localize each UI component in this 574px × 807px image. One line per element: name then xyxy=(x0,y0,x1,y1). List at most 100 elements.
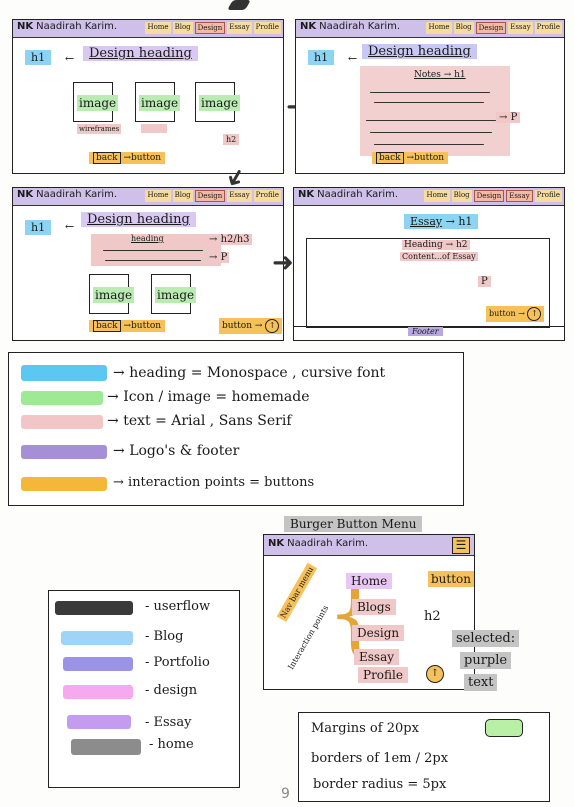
logo: NK Naadirah Karim. xyxy=(298,189,398,200)
interaction-points-label: Interaction points xyxy=(286,603,331,672)
image-placeholder-2: image xyxy=(151,274,197,314)
nav-link-home[interactable]: Home xyxy=(145,190,171,202)
nav-link-essay[interactable]: Essay xyxy=(508,22,533,34)
design-label: - design xyxy=(145,683,198,698)
blog-label: - Blog xyxy=(145,629,184,644)
back-button[interactable]: back →button xyxy=(89,152,166,164)
up-arrow-icon: ↑ xyxy=(527,307,542,321)
image-placeholder-3: image xyxy=(195,82,241,122)
logo-name: Naadirah Karim. xyxy=(287,538,369,549)
heading-label: Heading → h2 xyxy=(402,240,470,250)
essay-label: - Essay xyxy=(145,715,192,730)
legend-text-logo: → Logo's & footer xyxy=(113,443,240,459)
color-legend: → heading = Monospace , cursive font → I… xyxy=(8,352,464,506)
legend-text-text: → text = Arial , Sans Serif xyxy=(107,413,292,429)
logo-name: Naadirah Karim. xyxy=(319,21,401,32)
flow-arrow-right-2: ➜ xyxy=(272,248,294,278)
legend-swatch-heading xyxy=(21,365,107,381)
navbar: NK Naadirah Karim. ☰ xyxy=(264,535,474,556)
wireframe-home-design: NK Naadirah Karim. Home Blog Design Essay… xyxy=(12,19,284,174)
nav-link-essay[interactable]: Essay xyxy=(227,22,252,34)
userflow-swatch xyxy=(55,601,133,615)
selected-label: selected: xyxy=(452,630,520,647)
caption-2 xyxy=(141,124,167,133)
nav-link-essay[interactable]: Essay xyxy=(227,190,252,202)
logo-mark: NK xyxy=(268,538,285,549)
menu-item-design[interactable]: Design xyxy=(352,625,405,641)
nav-link-design[interactable]: Design xyxy=(194,190,226,202)
border-sample xyxy=(485,719,523,737)
home-swatch xyxy=(71,739,141,755)
back-button[interactable]: back →button xyxy=(372,152,449,164)
logo: NK Naadirah Karim. xyxy=(300,21,400,32)
logo-mark: NK xyxy=(17,21,34,32)
portfolio-label: - Portfolio xyxy=(145,655,210,670)
scroll-top-button[interactable]: button → ↑ xyxy=(486,306,545,322)
nav-link-profile[interactable]: Profile xyxy=(253,22,281,34)
design-heading: Design heading xyxy=(362,44,477,59)
design-heading: Design heading xyxy=(83,46,198,61)
menu-item-blogs[interactable]: Blogs xyxy=(352,599,396,615)
nav-link-home[interactable]: Home xyxy=(426,22,452,34)
page-number: 9 xyxy=(281,786,290,802)
up-arrow-icon[interactable]: ↑ xyxy=(426,665,444,683)
nav-links: Home Blog Design Essay Profile xyxy=(426,22,562,34)
burger-menu-wireframe: NK Naadirah Karim. ☰ Nav bar menu Interac… xyxy=(263,534,475,690)
logo: NK Naadirah Karim. xyxy=(17,189,117,200)
p-label: → P xyxy=(496,112,521,123)
nav-link-home[interactable]: Home xyxy=(424,190,450,202)
image-placeholder-1: image xyxy=(73,82,119,122)
logo: NK Naadirah Karim. xyxy=(17,21,117,32)
text-line xyxy=(374,102,484,103)
nav-link-blog[interactable]: Blog xyxy=(172,190,193,202)
nav-link-home[interactable]: Home xyxy=(145,22,171,34)
nav-link-profile[interactable]: Profile xyxy=(534,22,562,34)
top-arrow-scribble xyxy=(227,0,251,10)
design-swatch xyxy=(63,685,133,699)
nav-link-blog[interactable]: Blog xyxy=(172,22,193,34)
nav-link-profile[interactable]: Profile xyxy=(253,190,281,202)
logo-name: Naadirah Karim. xyxy=(36,21,118,32)
radius-spec: border radius = 5px xyxy=(313,777,447,792)
menu-item-home[interactable]: Home xyxy=(346,573,393,589)
scroll-top-button[interactable]: button → ↑ xyxy=(219,318,283,334)
up-arrow-icon: ↑ xyxy=(265,319,280,333)
nav-link-blog[interactable]: Blog xyxy=(451,190,472,202)
h2-caption: h2 xyxy=(223,134,240,145)
nav-link-design[interactable]: Design xyxy=(475,22,507,34)
nav-link-design[interactable]: Design xyxy=(194,22,226,34)
userflow-label: - userflow xyxy=(145,599,211,614)
wireframes-caption: wireframes xyxy=(77,124,122,134)
menu-item-essay[interactable]: Essay xyxy=(354,649,400,665)
h1-tag: h1 xyxy=(25,220,52,235)
menu-item-profile[interactable]: Profile xyxy=(358,667,408,683)
burger-menu-icon[interactable]: ☰ xyxy=(452,537,470,554)
legend-text-interaction: → interaction points = buttons xyxy=(113,475,315,490)
logo: NK Naadirah Karim. xyxy=(268,538,368,549)
navbar: NK Naadirah Karim. Home Blog Design Essay… xyxy=(13,20,283,38)
p-label: → P xyxy=(207,252,230,263)
nav-link-essay[interactable]: Essay xyxy=(506,190,533,202)
wireframe-essay: NK Naadirah Karim. Home Blog Design Essay… xyxy=(293,187,565,341)
margins-spec: Margins of 20px xyxy=(311,721,419,736)
nav-bar-menu-label: Nav bar menu xyxy=(276,563,318,622)
image-placeholder-1: image xyxy=(89,274,135,314)
heading-arrow: ← xyxy=(65,220,75,233)
nav-link-profile[interactable]: Profile xyxy=(534,190,562,202)
p-label: P xyxy=(478,276,491,287)
navbar: NK Naadirah Karim. Home Blog Design Essay… xyxy=(294,188,564,206)
h1-tag: h1 xyxy=(308,50,335,65)
back-button[interactable]: back →button xyxy=(89,320,166,332)
nav-link-blog[interactable]: Blog xyxy=(453,22,474,34)
burger-title: Burger Button Menu xyxy=(284,516,423,532)
essay-swatch xyxy=(67,715,131,729)
text-line xyxy=(374,144,484,145)
nav-link-design[interactable]: Design xyxy=(473,190,505,202)
logo-mark: NK xyxy=(298,189,315,200)
content-label: Content...of Essay xyxy=(400,252,478,261)
blog-swatch xyxy=(61,631,133,645)
h2-label: h2 xyxy=(424,609,441,624)
navbar: NK Naadirah Karim. Home Blog Design Essay… xyxy=(13,188,283,206)
style-specs: Margins of 20px borders of 1em / 2px bor… xyxy=(298,712,550,802)
heading-label: heading xyxy=(131,234,164,243)
